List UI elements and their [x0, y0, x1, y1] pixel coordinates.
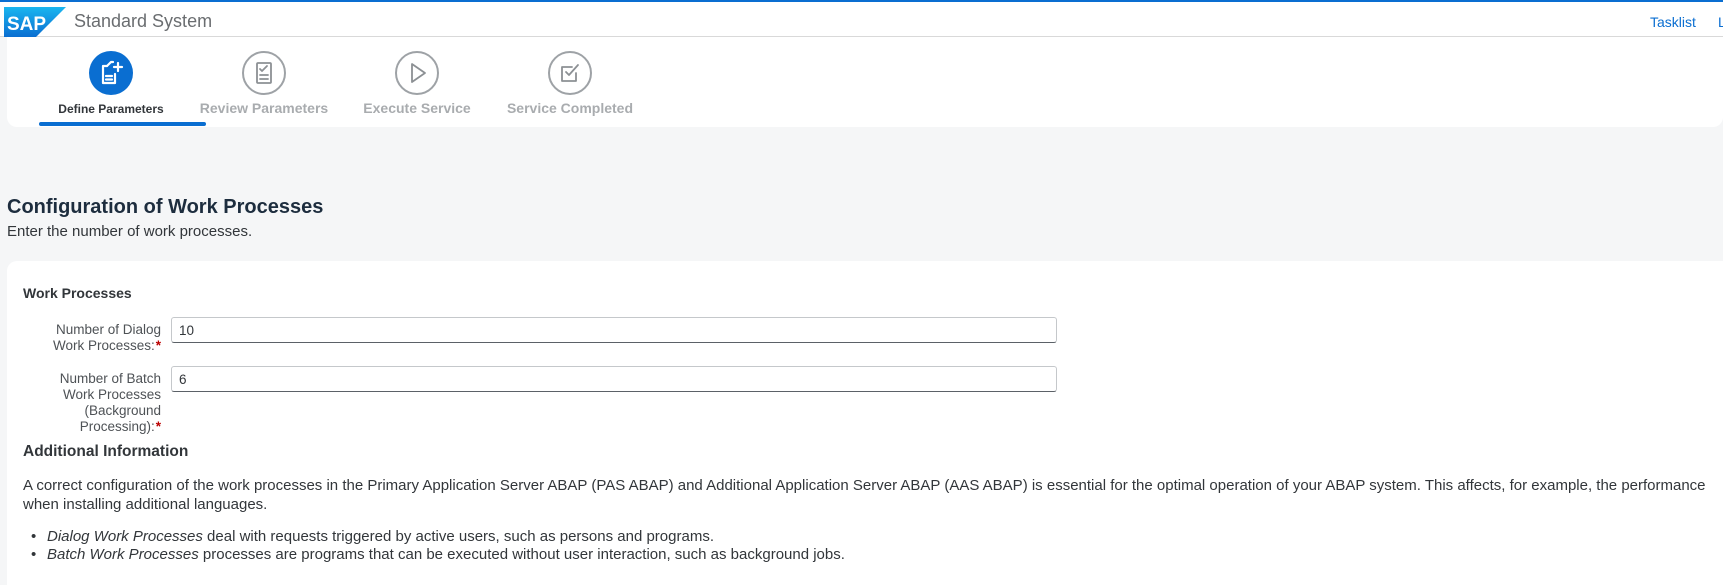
section-title: Work Processes [23, 285, 132, 301]
step-review-parameters[interactable]: Review Parameters [179, 51, 349, 116]
step-service-completed[interactable]: Service Completed [485, 51, 655, 116]
checklist-icon [242, 51, 286, 95]
step-execute-service[interactable]: Execute Service [332, 51, 502, 116]
checkbox-icon [548, 51, 592, 95]
form-panel: Work Processes Number of Dialog Work Pro… [7, 261, 1723, 585]
bullet-text: processes are programs that can be execu… [198, 546, 845, 563]
required-marker: * [155, 419, 161, 434]
step-label: Define Parameters [58, 102, 164, 116]
bullet-term: Batch Work Processes [47, 546, 199, 563]
shell-header: SAP Standard System Tasklist L [0, 0, 1723, 37]
step-define-parameters[interactable]: Define Parameters [26, 51, 196, 116]
label-line: Number of Batch [59, 371, 161, 386]
info-bullet-list: Dialog Work Processes deal with requests… [31, 528, 845, 564]
dialog-processes-input[interactable] [171, 317, 1057, 343]
svg-text:SAP: SAP [7, 14, 46, 35]
wizard-steps: Define Parameters Review Parameters Exec… [7, 37, 1723, 127]
page-title: Configuration of Work Processes [7, 196, 324, 218]
list-item: Batch Work Processes processes are progr… [31, 546, 845, 564]
step-label: Service Completed [506, 100, 634, 116]
batch-processes-input[interactable] [171, 366, 1057, 392]
app-title: Standard System [74, 11, 213, 31]
label-line: (Background [84, 403, 161, 418]
create-form-icon [89, 51, 133, 95]
page-subtitle: Enter the number of work processes. [7, 223, 253, 240]
sap-logo[interactable]: SAP [4, 7, 66, 37]
label-line: Work Processes [62, 387, 161, 402]
bullet-text: deal with requests triggered by active u… [202, 528, 714, 545]
bullet-term: Dialog Work Processes [47, 528, 203, 545]
additional-info-title: Additional Information [23, 443, 189, 460]
batch-processes-label: Number of Batch Work Processes (Backgrou… [11, 371, 161, 435]
list-item: Dialog Work Processes deal with requests… [31, 528, 845, 546]
header-link-truncated[interactable]: L [1718, 14, 1723, 30]
tasklist-link[interactable]: Tasklist [1650, 14, 1696, 30]
play-icon [395, 51, 439, 95]
label-line: Work Processes: [52, 338, 155, 353]
label-line: Processing): [79, 419, 155, 434]
step-label: Review Parameters [199, 100, 329, 116]
dialog-processes-label: Number of Dialog Work Processes:* [11, 322, 161, 354]
label-line: Number of Dialog [55, 322, 161, 337]
active-step-indicator [39, 122, 206, 126]
required-marker: * [155, 338, 161, 353]
additional-info-paragraph: A correct configuration of the work proc… [23, 477, 1706, 513]
step-label: Execute Service [363, 100, 471, 116]
